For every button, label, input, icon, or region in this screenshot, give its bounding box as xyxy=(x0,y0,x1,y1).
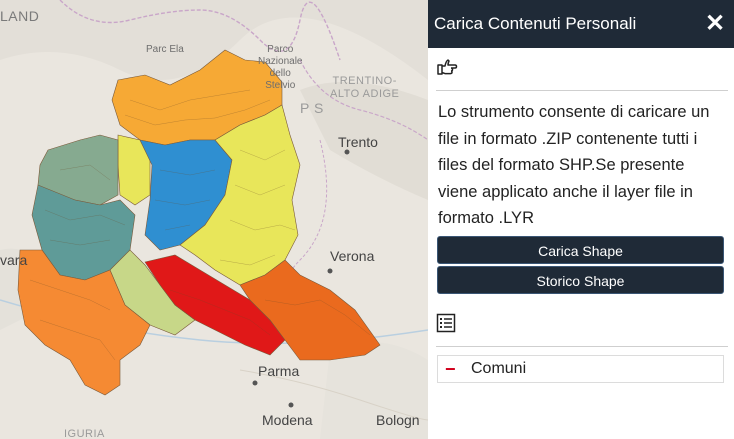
map-label-liguria: IGURIA xyxy=(64,428,105,439)
map-label-parc-ela: Parc Ela xyxy=(146,44,184,55)
map-label-verona: Verona xyxy=(330,248,375,264)
close-button[interactable]: ✕ xyxy=(704,12,726,36)
layer-item-comuni[interactable]: − Comuni xyxy=(437,354,724,383)
storico-shape-button[interactable]: Storico Shape xyxy=(437,265,724,294)
list-icon xyxy=(436,313,456,338)
map-label-bologna: Bologn xyxy=(376,412,420,428)
map-label-land: LAND xyxy=(0,8,40,24)
side-panel: Carica Contenuti Personali ✕ Lo strument… xyxy=(428,0,734,439)
map-label-modena: Modena xyxy=(262,412,313,428)
basemap xyxy=(0,0,428,439)
map-label-trentino: TRENTINO- ALTO ADIGE xyxy=(330,75,400,100)
map-label-trento: Trento xyxy=(338,134,378,150)
pointing-hand-icon xyxy=(436,57,458,82)
panel-title: Carica Contenuti Personali xyxy=(434,14,637,33)
map-label-ps: P S xyxy=(300,100,324,116)
map-label-novara: vara xyxy=(0,252,28,268)
info-section-header xyxy=(436,48,728,91)
layer-label: Comuni xyxy=(471,359,527,377)
map-label-stelvio: Parco Nazionale dello Stelvio xyxy=(258,44,303,91)
map-view[interactable]: LAND Parc Ela Parco Nazionale dello Stel… xyxy=(0,0,428,439)
map-label-parma: Parma xyxy=(258,363,300,379)
carica-shape-button[interactable]: Carica Shape xyxy=(437,235,724,264)
remove-layer-button[interactable]: − xyxy=(445,360,459,378)
tool-description: Lo strumento consente di caricare un fil… xyxy=(438,103,710,227)
layers-section-header xyxy=(436,306,728,347)
panel-header: Carica Contenuti Personali ✕ xyxy=(428,0,734,48)
